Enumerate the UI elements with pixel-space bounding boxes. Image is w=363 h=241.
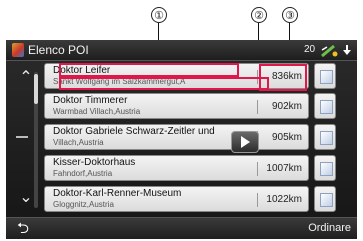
map-icon [320,131,333,145]
poi-address: Fahndorf,Austria [53,169,113,178]
down-arrow-icon[interactable] [342,44,352,56]
divider [257,193,258,207]
poi-list-icon [12,43,24,57]
poi-distance: 1007km [266,163,302,174]
highlight-address [59,77,269,90]
callout-3: ③ [282,7,298,23]
map-icon [320,70,333,84]
poi-distance: 902km [271,101,302,112]
map-button[interactable] [314,63,336,89]
title-bar: Elenco POI 20 [6,40,357,61]
poi-address: Gloggnitz,Austria [53,200,114,209]
poi-name: Kisser-Doktorhaus [53,157,136,168]
bottom-bar: ⮌ Ordinare [6,217,357,239]
list-item[interactable]: Kisser-Doktorhaus Fahndorf,Austria 1007k… [44,155,309,181]
scroll-text-button[interactable] [231,131,259,153]
page-title: Elenco POI [28,43,89,57]
poi-address: Villach,Austria [53,138,104,147]
sort-button[interactable]: Ordinare [308,222,351,234]
map-button[interactable] [314,155,336,181]
poi-address: Warmbad Villach,Austria [53,107,141,116]
back-icon[interactable]: ⮌ [12,220,34,238]
map-button[interactable] [314,93,336,119]
scrollbar-thumb[interactable] [34,74,38,104]
device-screen: Elenco POI 20 ⌃ ⌄ Doktor Leifer Sankt Wo… [6,40,357,239]
callout-2: ② [251,7,267,23]
divider [257,100,258,114]
callout-1: ① [151,7,167,23]
poi-name: Doktor Timmerer [53,95,128,106]
poi-name: Doktor Gabriele Schwarz-Zeitler und [53,126,215,137]
map-button[interactable] [314,186,336,212]
list-item[interactable]: Doktor-Karl-Renner-Museum Gloggnitz,Aust… [44,186,309,212]
highlight-distance [259,64,307,91]
poi-name: Doktor-Karl-Renner-Museum [53,188,182,199]
highlight-name [59,63,239,77]
play-icon [241,136,250,148]
divider [257,162,258,176]
result-count: 20 [304,44,316,55]
list-item[interactable]: Doktor Timmerer Warmbad Villach,Austria … [44,93,309,119]
scroll-indicator [16,136,28,138]
list-item[interactable]: Doktor Gabriele Schwarz-Zeitler und Vill… [44,124,309,150]
poi-distance: 1022km [266,194,302,205]
map-icon [320,162,333,176]
scroll-down-button[interactable]: ⌄ [14,186,38,210]
poi-distance: 905km [271,132,302,143]
map-button[interactable] [314,124,336,150]
gps-signal-icon [321,44,338,58]
map-icon [320,100,333,114]
map-icon [320,193,333,207]
